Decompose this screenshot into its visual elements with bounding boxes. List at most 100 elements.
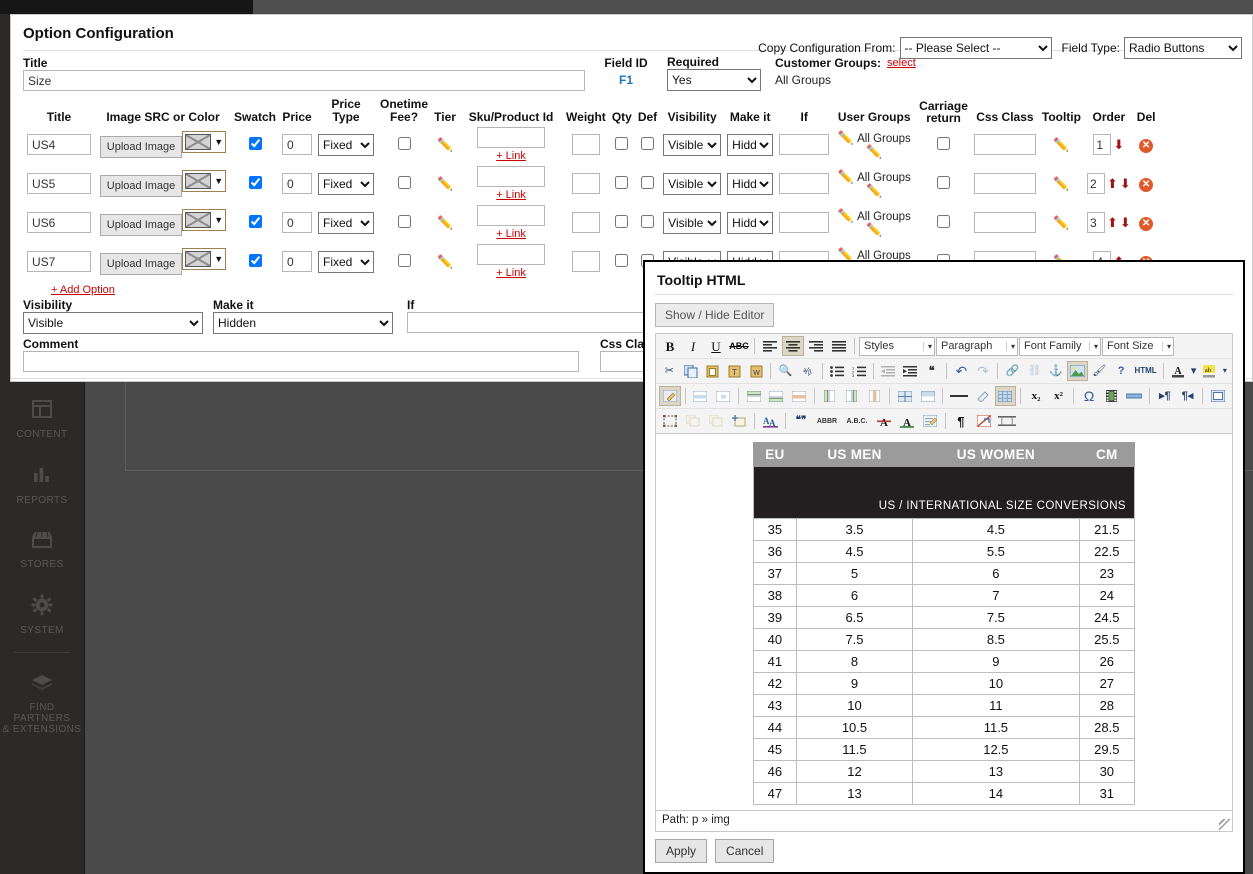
option-title-input[interactable]	[27, 212, 91, 233]
footer-visibility-select[interactable]: Visible	[23, 312, 203, 334]
move-up-arrow[interactable]: ⬆	[1107, 216, 1118, 229]
if-input[interactable]	[779, 212, 830, 233]
move-down-arrow[interactable]: ⬇	[1120, 177, 1131, 190]
onetime-fee-checkbox[interactable]	[397, 175, 411, 189]
redo-icon[interactable]: ↷	[973, 361, 994, 381]
tier-edit-pencil-icon[interactable]: ✏️	[437, 216, 453, 229]
weight-input[interactable]	[571, 212, 600, 233]
customer-groups-select-link[interactable]: select	[887, 57, 916, 69]
html-source-icon[interactable]: HTML	[1132, 361, 1158, 381]
page-break-icon[interactable]	[1124, 386, 1146, 406]
upload-image-button[interactable]: Upload Image	[99, 253, 183, 275]
carriage-return-checkbox[interactable]	[937, 136, 951, 150]
tier-edit-pencil-icon[interactable]: ✏️	[437, 177, 453, 190]
sku-link[interactable]: + Link	[496, 189, 526, 201]
merge-cells-icon[interactable]	[917, 386, 939, 406]
tier-edit-pencil-icon[interactable]: ✏️	[437, 138, 453, 151]
user-groups-edit-pencil-icon[interactable]: ✏️	[838, 248, 854, 261]
cleanup-icon[interactable]: 🖌	[1089, 361, 1110, 381]
visibility-select[interactable]: Visible	[663, 133, 722, 156]
title-input[interactable]	[23, 70, 585, 91]
bold-icon[interactable]: B	[659, 336, 681, 356]
option-title-input[interactable]	[27, 173, 91, 194]
css-class-input[interactable]	[973, 173, 1036, 194]
swatch-checkbox[interactable]	[248, 175, 262, 189]
delete-row-icon[interactable]: ✕	[1139, 216, 1154, 231]
attributes-icon[interactable]	[919, 411, 941, 431]
order-input[interactable]	[1086, 173, 1105, 194]
resize-grip[interactable]	[1219, 819, 1230, 830]
sidebar-item-reports[interactable]: REPORTS	[0, 450, 84, 516]
font-family-select[interactable]: Font Family ▾	[1019, 336, 1101, 356]
qty-checkbox[interactable]	[615, 253, 629, 267]
sku-input[interactable]	[477, 166, 546, 187]
onetime-fee-checkbox[interactable]	[397, 214, 411, 228]
citation-icon[interactable]: ❝❞	[790, 411, 812, 431]
find-icon[interactable]: 🔍	[775, 361, 796, 381]
make-it-select[interactable]: Hidden	[727, 133, 774, 156]
find-replace-icon[interactable]: ᵃ⁄ᵦ	[797, 361, 818, 381]
onetime-fee-checkbox[interactable]	[397, 253, 411, 267]
undo-icon[interactable]: ↶	[951, 361, 972, 381]
superscript-icon[interactable]: x²	[1048, 386, 1070, 406]
option-title-input[interactable]	[27, 251, 91, 272]
footer-make-it-select[interactable]: Hidden	[213, 312, 393, 334]
def-checkbox[interactable]	[641, 214, 654, 228]
qty-checkbox[interactable]	[615, 214, 629, 228]
option-title-input[interactable]	[27, 134, 91, 155]
color-picker[interactable]: ▼	[182, 248, 227, 270]
weight-input[interactable]	[571, 134, 600, 155]
copy-icon[interactable]	[681, 361, 702, 381]
sku-input[interactable]	[477, 244, 546, 265]
style-props-icon[interactable]: AA	[759, 411, 781, 431]
order-input[interactable]	[1086, 212, 1105, 233]
upload-image-button[interactable]: Upload Image	[99, 214, 183, 236]
insert-row-after-icon[interactable]	[765, 386, 787, 406]
visibility-select[interactable]: Visible	[663, 172, 722, 195]
sku-link[interactable]: + Link	[496, 267, 526, 279]
price-type-select[interactable]: Fixed	[318, 250, 375, 273]
sku-link[interactable]: + Link	[496, 150, 526, 162]
paste-word-icon[interactable]: W	[746, 361, 767, 381]
horizontal-rule-icon[interactable]	[947, 386, 971, 406]
row-properties-icon[interactable]	[690, 386, 712, 406]
move-layer-icon[interactable]	[705, 411, 727, 431]
visual-chars-icon[interactable]: ¶	[950, 411, 972, 431]
visibility-select[interactable]: Visible	[663, 211, 722, 234]
color-picker[interactable]: ▼	[182, 170, 227, 192]
unlink-icon[interactable]: ⛓	[1024, 361, 1045, 381]
nonbreaking-icon[interactable]	[973, 411, 995, 431]
color-picker[interactable]: ▼	[182, 131, 227, 153]
paste-icon[interactable]	[702, 361, 723, 381]
make-it-select[interactable]: Hidden	[727, 211, 774, 234]
def-checkbox[interactable]	[641, 136, 654, 150]
sku-input[interactable]	[477, 127, 546, 148]
add-option-link[interactable]: + Add Option	[51, 284, 115, 296]
show-hide-editor-button[interactable]: Show / Hide Editor	[655, 303, 775, 327]
align-left-icon[interactable]	[759, 336, 781, 356]
onetime-fee-checkbox[interactable]	[397, 136, 411, 150]
acronym-icon[interactable]: A.B.C.	[842, 411, 872, 431]
swatch-checkbox[interactable]	[248, 253, 262, 267]
delete-row-icon[interactable]: ✕	[1139, 177, 1154, 192]
split-cells-icon[interactable]	[894, 386, 916, 406]
chevron-down-icon[interactable]: ▾	[1221, 361, 1230, 381]
user-groups-edit-pencil-icon-2[interactable]: ✏️	[866, 145, 882, 158]
price-type-select[interactable]: Fixed	[318, 172, 375, 195]
qty-checkbox[interactable]	[615, 175, 629, 189]
insert-image-icon[interactable]	[1067, 361, 1089, 381]
if-input[interactable]	[779, 134, 830, 155]
user-groups-edit-pencil-icon[interactable]: ✏️	[838, 131, 854, 144]
format-select[interactable]: Paragraph ▾	[936, 336, 1018, 356]
styles-select[interactable]: Styles ▾	[859, 336, 935, 356]
numbered-list-icon[interactable]: 123	[848, 361, 869, 381]
deletion-icon[interactable]: A	[873, 411, 895, 431]
move-up-arrow[interactable]: ⬆	[1107, 177, 1118, 190]
remove-format-icon[interactable]	[972, 386, 994, 406]
user-groups-edit-pencil-icon-2[interactable]: ✏️	[866, 223, 882, 236]
upload-image-button[interactable]: Upload Image	[99, 136, 183, 158]
fullscreen-icon[interactable]	[1207, 386, 1229, 406]
tooltip-cancel-button[interactable]: Cancel	[715, 839, 775, 863]
align-justify-icon[interactable]	[828, 336, 850, 356]
tooltip-edit-pencil-icon[interactable]: ✏️	[1053, 177, 1069, 190]
